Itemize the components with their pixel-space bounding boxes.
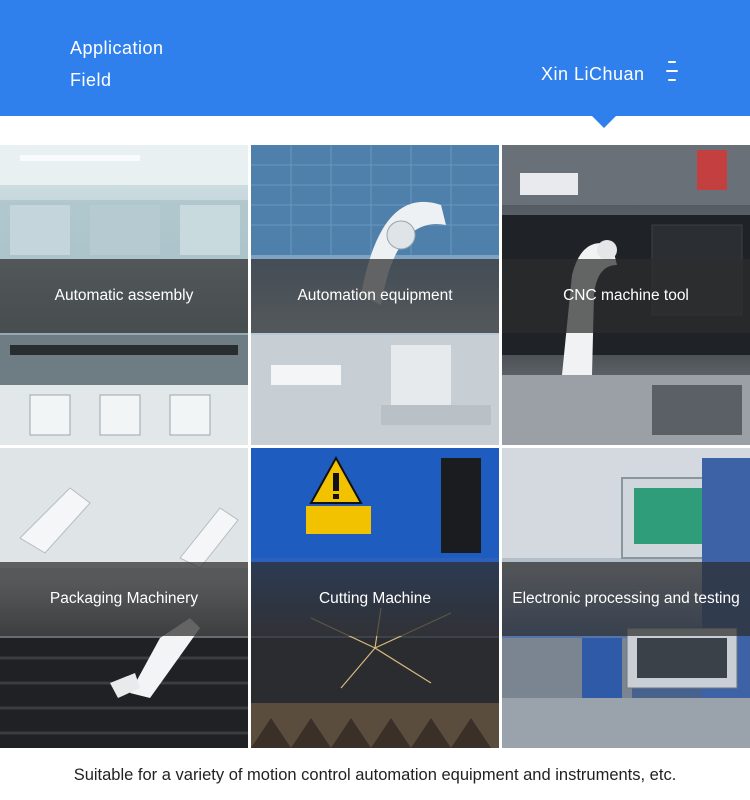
field-band: CNC machine tool <box>502 259 750 333</box>
field-label: Cutting Machine <box>318 590 431 607</box>
field-band: Cutting Machine <box>251 562 499 636</box>
field-label: Electronic processing and testing <box>512 590 740 607</box>
field-tile-electronic-processing-testing[interactable]: Electronic processing and testing <box>502 448 750 748</box>
field-band: Electronic processing and testing <box>502 562 750 636</box>
field-band: Packaging Machinery <box>0 562 248 636</box>
field-band: Automation equipment <box>251 259 499 333</box>
field-tile-packaging-machinery[interactable]: Packaging Machinery <box>0 448 248 748</box>
header-pointer-arrow <box>592 116 616 128</box>
field-tile-automatic-assembly[interactable]: Automatic assembly <box>0 145 248 445</box>
header-bar: Application Field Xin LiChuan <box>0 0 750 116</box>
footer-description: Suitable for a variety of motion control… <box>73 766 677 784</box>
field-label: Automation equipment <box>297 287 453 304</box>
page-title-line-2: Field <box>70 70 112 90</box>
field-tile-automation-equipment[interactable]: Automation equipment <box>251 145 499 445</box>
field-tile-cutting-machine[interactable]: Cutting Machine <box>251 448 499 748</box>
field-label: Automatic assembly <box>54 287 194 304</box>
application-field-grid: Automatic assembly Automation equipment <box>0 145 750 749</box>
field-label: CNC machine tool <box>563 287 689 304</box>
hamburger-menu-icon[interactable] <box>665 59 679 83</box>
brand-name[interactable]: Xin LiChuan <box>541 62 645 86</box>
field-tile-cnc-machine-tool[interactable]: CNC machine tool <box>502 145 750 445</box>
field-band: Automatic assembly <box>0 259 248 333</box>
field-label: Packaging Machinery <box>49 590 199 607</box>
page-title-line-1: Application <box>70 38 164 58</box>
page-title: Application Field <box>70 32 230 96</box>
